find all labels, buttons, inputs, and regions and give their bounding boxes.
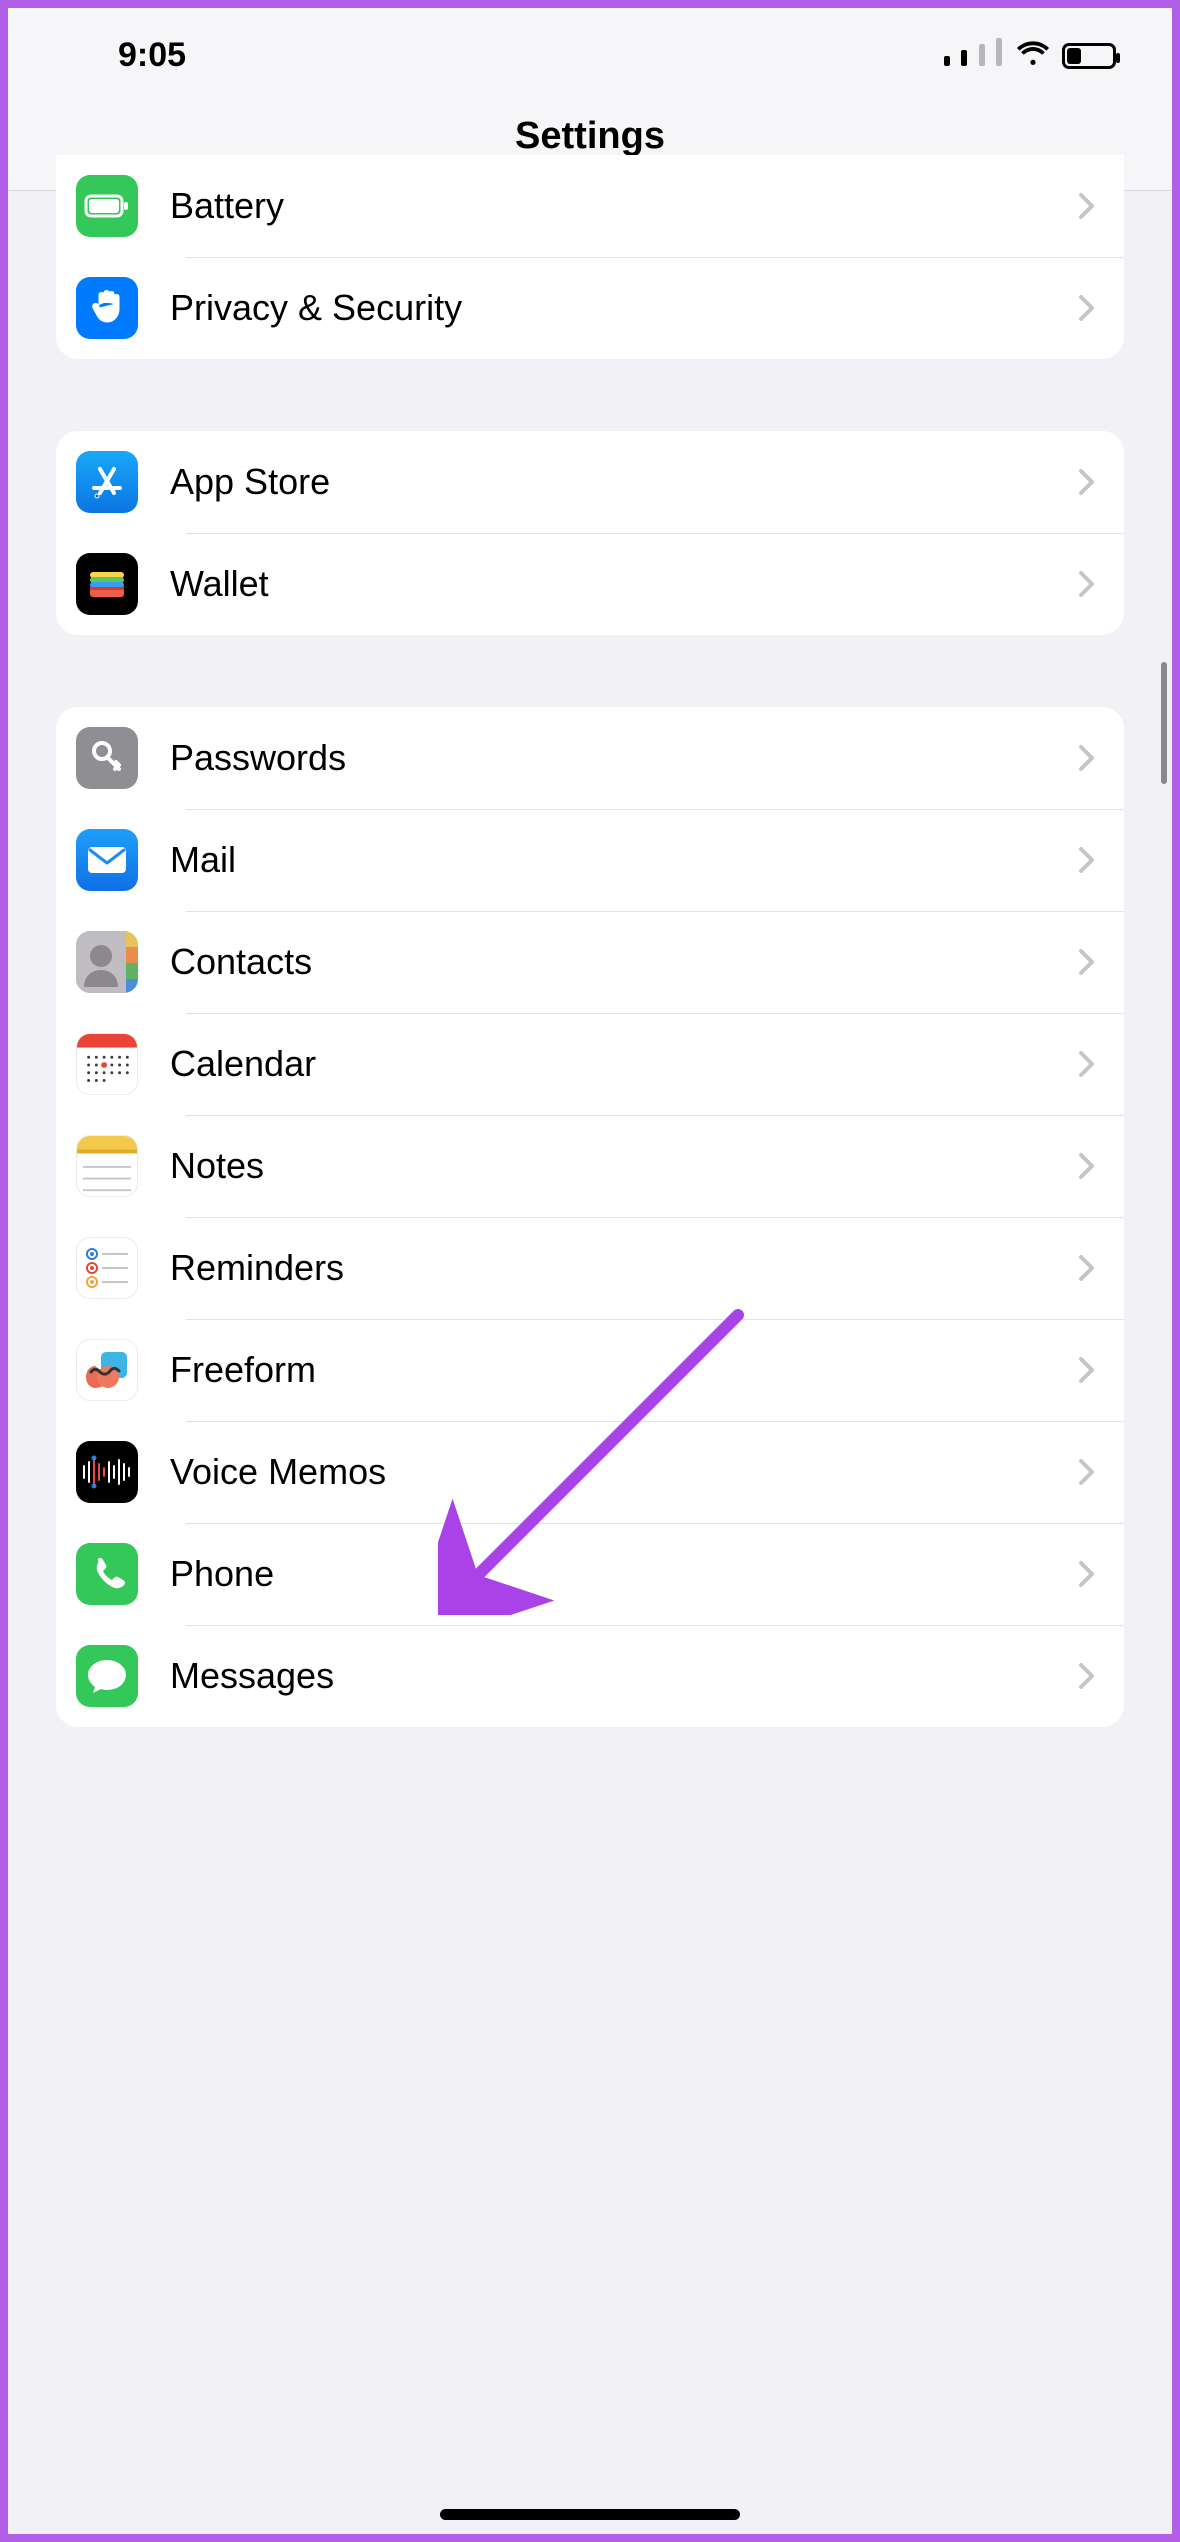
row-label: Phone (170, 1553, 1078, 1595)
chevron-right-icon (1078, 948, 1096, 976)
chevron-right-icon (1078, 294, 1096, 322)
settings-row-freeform[interactable]: Freeform (56, 1319, 1124, 1421)
settings-row-wallet[interactable]: Wallet (56, 533, 1124, 635)
battery-icon (76, 175, 138, 237)
settings-row-voicememos[interactable]: Voice Memos (56, 1421, 1124, 1523)
chevron-right-icon (1078, 1560, 1096, 1588)
row-label: Messages (170, 1655, 1078, 1697)
settings-list: Battery Privacy & Security App (8, 155, 1172, 1727)
phone-icon (76, 1543, 138, 1605)
settings-row-notes[interactable]: Notes (56, 1115, 1124, 1217)
hand-privacy-icon (76, 277, 138, 339)
chevron-right-icon (1078, 1662, 1096, 1690)
notes-icon (76, 1135, 138, 1197)
chevron-right-icon (1078, 1254, 1096, 1282)
row-label: Wallet (170, 563, 1078, 605)
chevron-right-icon (1078, 1356, 1096, 1384)
key-icon (76, 727, 138, 789)
row-label: Calendar (170, 1043, 1078, 1085)
row-label: App Store (170, 461, 1078, 503)
status-indicators (944, 36, 1116, 75)
row-label: Passwords (170, 737, 1078, 779)
chevron-right-icon (1078, 468, 1096, 496)
settings-row-passwords[interactable]: Passwords (56, 707, 1124, 809)
chevron-right-icon (1078, 1152, 1096, 1180)
calendar-icon (76, 1033, 138, 1095)
chevron-right-icon (1078, 1458, 1096, 1486)
chevron-right-icon (1078, 744, 1096, 772)
chevron-right-icon (1078, 570, 1096, 598)
battery-icon (1062, 43, 1116, 69)
settings-group: App Store Wallet (56, 431, 1124, 635)
row-label: Reminders (170, 1247, 1078, 1289)
messages-icon (76, 1645, 138, 1707)
settings-row-calendar[interactable]: Calendar (56, 1013, 1124, 1115)
scroll-indicator[interactable] (1161, 662, 1167, 784)
settings-row-contacts[interactable]: Contacts (56, 911, 1124, 1013)
settings-row-reminders[interactable]: Reminders (56, 1217, 1124, 1319)
reminders-icon (76, 1237, 138, 1299)
row-label: Notes (170, 1145, 1078, 1187)
settings-row-battery[interactable]: Battery (56, 155, 1124, 257)
settings-row-mail[interactable]: Mail (56, 809, 1124, 911)
settings-group: Battery Privacy & Security (56, 155, 1124, 359)
contacts-icon (76, 931, 138, 993)
status-time: 9:05 (118, 36, 186, 75)
chevron-right-icon (1078, 192, 1096, 220)
settings-row-messages[interactable]: Messages (56, 1625, 1124, 1727)
row-label: Privacy & Security (170, 287, 1078, 329)
row-label: Voice Memos (170, 1451, 1078, 1493)
wallet-icon (76, 553, 138, 615)
freeform-icon (76, 1339, 138, 1401)
chevron-right-icon (1078, 846, 1096, 874)
row-label: Battery (170, 185, 1078, 227)
settings-row-appstore[interactable]: App Store (56, 431, 1124, 533)
row-label: Mail (170, 839, 1078, 881)
settings-row-phone[interactable]: Phone (56, 1523, 1124, 1625)
mail-icon (76, 829, 138, 891)
row-label: Freeform (170, 1349, 1078, 1391)
voicememos-icon (76, 1441, 138, 1503)
appstore-icon (76, 451, 138, 513)
home-indicator[interactable] (440, 2509, 740, 2520)
chevron-right-icon (1078, 1050, 1096, 1078)
settings-row-privacy[interactable]: Privacy & Security (56, 257, 1124, 359)
status-bar: 9:05 (8, 8, 1172, 95)
row-label: Contacts (170, 941, 1078, 983)
wifi-icon (1016, 36, 1050, 75)
cellular-signal-icon (944, 36, 1004, 75)
settings-group: Passwords Mail Contacts (56, 707, 1124, 1727)
